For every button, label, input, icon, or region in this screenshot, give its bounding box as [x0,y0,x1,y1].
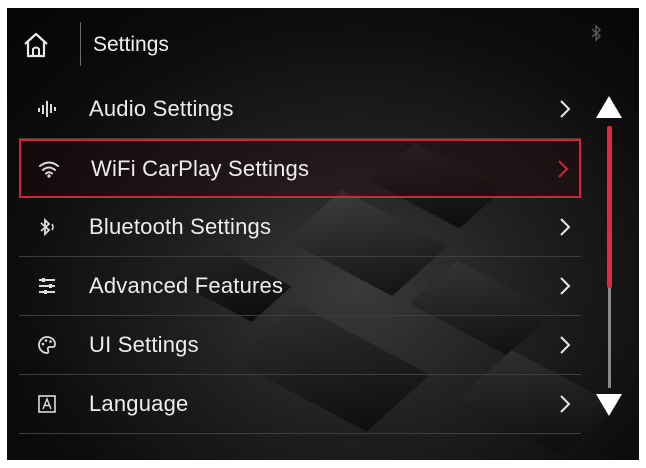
menu-item-bluetooth-settings[interactable]: Bluetooth Settings [19,198,581,257]
sliders-icon [29,277,65,295]
header-bar: Settings [7,8,639,80]
menu-item-ui-settings[interactable]: UI Settings [19,316,581,375]
menu-item-label: WiFi CarPlay Settings [91,155,310,181]
bluetooth-status-icon [591,24,602,42]
menu-item-audio-settings[interactable]: Audio Settings [19,80,581,139]
chevron-right-icon [560,395,571,413]
home-icon[interactable] [21,30,51,60]
settings-screen: Settings Audio Settings WiFi CarPlay Set… [7,8,639,460]
wifi-icon [31,160,67,178]
menu-item-label: Audio Settings [89,96,234,121]
menu-item-label: Bluetooth Settings [89,214,272,239]
chevron-right-icon [558,159,569,178]
scroll-down-button[interactable] [595,392,623,418]
page-title: Settings [93,33,169,56]
menu-item-label: Language [89,391,189,416]
chevron-right-icon [560,277,571,295]
chevron-right-icon [560,218,571,236]
bluetooth-icon [29,217,65,237]
chevron-right-icon [560,336,571,354]
menu-item-wifi-carplay-settings[interactable]: WiFi CarPlay Settings [19,139,581,198]
palette-icon [29,335,65,355]
settings-list: Audio Settings WiFi CarPlay Settings Blu… [19,80,581,434]
scrollbar-thumb[interactable] [607,126,612,288]
menu-item-language[interactable]: Language [19,375,581,434]
audio-levels-icon [29,100,65,118]
language-a-icon [29,394,65,414]
menu-item-label: UI Settings [89,332,199,357]
header-divider [80,22,81,66]
menu-item-advanced-features[interactable]: Advanced Features [19,257,581,316]
menu-item-label: Advanced Features [89,273,284,298]
scroll-up-button[interactable] [595,94,623,120]
chevron-right-icon [560,100,571,118]
